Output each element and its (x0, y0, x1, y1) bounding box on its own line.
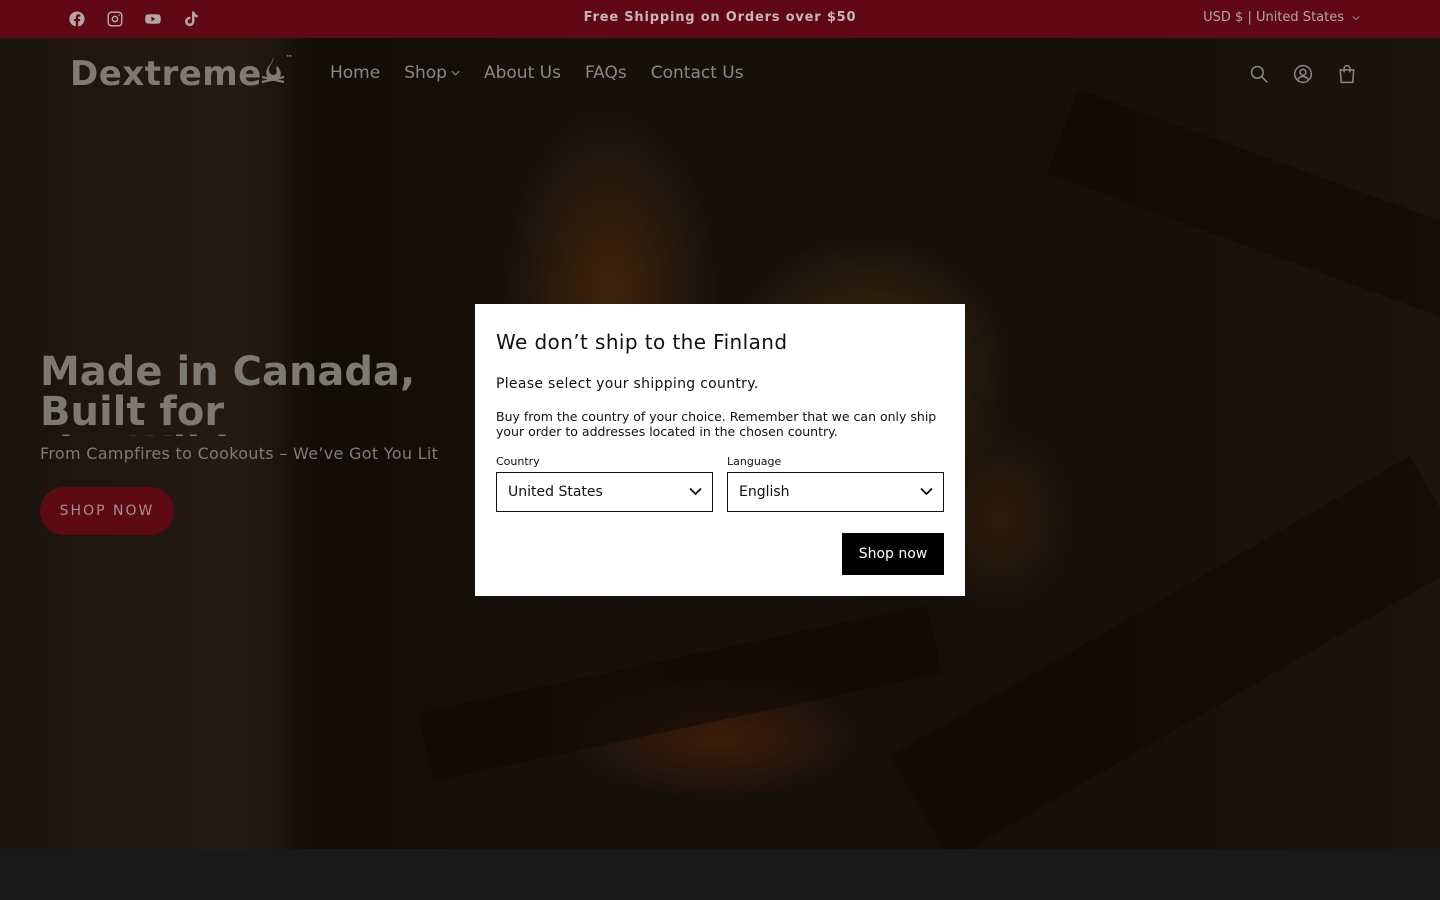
account-icon[interactable] (1292, 62, 1314, 86)
nav-label: Shop (404, 63, 447, 83)
hero-subtitle: From Campfires to Cookouts – We’ve Got Y… (40, 444, 439, 463)
currency-label: USD $ | United States (1203, 10, 1344, 25)
modal-body: Buy from the country of your choice. Rem… (496, 409, 937, 439)
nav-shop[interactable]: Shop (404, 63, 460, 83)
site-header: Dextreme ™ Home Shop About Us FAQs Conta… (0, 38, 1440, 110)
country-select[interactable]: United States (496, 472, 713, 512)
modal-lead: Please select your shipping country. (496, 376, 759, 392)
search-icon[interactable] (1248, 62, 1270, 86)
chevron-down-icon (1352, 15, 1360, 20)
chevron-down-icon (920, 487, 933, 496)
shipping-country-modal: We don’t ship to the Finland Please sele… (475, 304, 965, 596)
nav-label: Contact Us (650, 63, 744, 83)
nav-contact[interactable]: Contact Us (651, 63, 744, 83)
shop-now-button[interactable]: SHOP NOW (40, 487, 174, 535)
cart-icon[interactable] (1336, 62, 1358, 86)
nav-label: FAQs (584, 63, 627, 83)
language-select[interactable]: English (727, 472, 944, 512)
language-value: English (739, 484, 790, 500)
nav-home[interactable]: Home (330, 63, 380, 83)
language-label: Language (727, 455, 782, 468)
country-label: Country (496, 455, 540, 468)
logo[interactable]: Dextreme ™ (70, 54, 293, 94)
main-nav: Home Shop About Us FAQs Contact Us (330, 63, 744, 83)
modal-shop-now-button[interactable]: Shop now (842, 533, 944, 575)
footer-strip (0, 849, 1440, 900)
nav-faqs[interactable]: FAQs (585, 63, 627, 83)
nav-about[interactable]: About Us (484, 63, 561, 83)
modal-title: We don’t ship to the Finland (496, 330, 788, 354)
flame-logo-icon (261, 57, 285, 84)
header-icons (1248, 62, 1358, 86)
announcement-bar: Free Shipping on Orders over $50 USD $ |… (0, 0, 1440, 38)
nav-label: About Us (483, 63, 561, 83)
trademark: ™ (285, 54, 294, 62)
hero-title: Made in Canada, Built for the Wild (40, 352, 416, 436)
currency-selector[interactable]: USD $ | United States (1203, 10, 1360, 25)
chevron-down-icon (689, 487, 702, 496)
chevron-down-icon (451, 70, 460, 76)
country-value: United States (508, 484, 603, 500)
nav-label: Home (330, 63, 381, 83)
logo-text: Dextreme (70, 54, 262, 94)
